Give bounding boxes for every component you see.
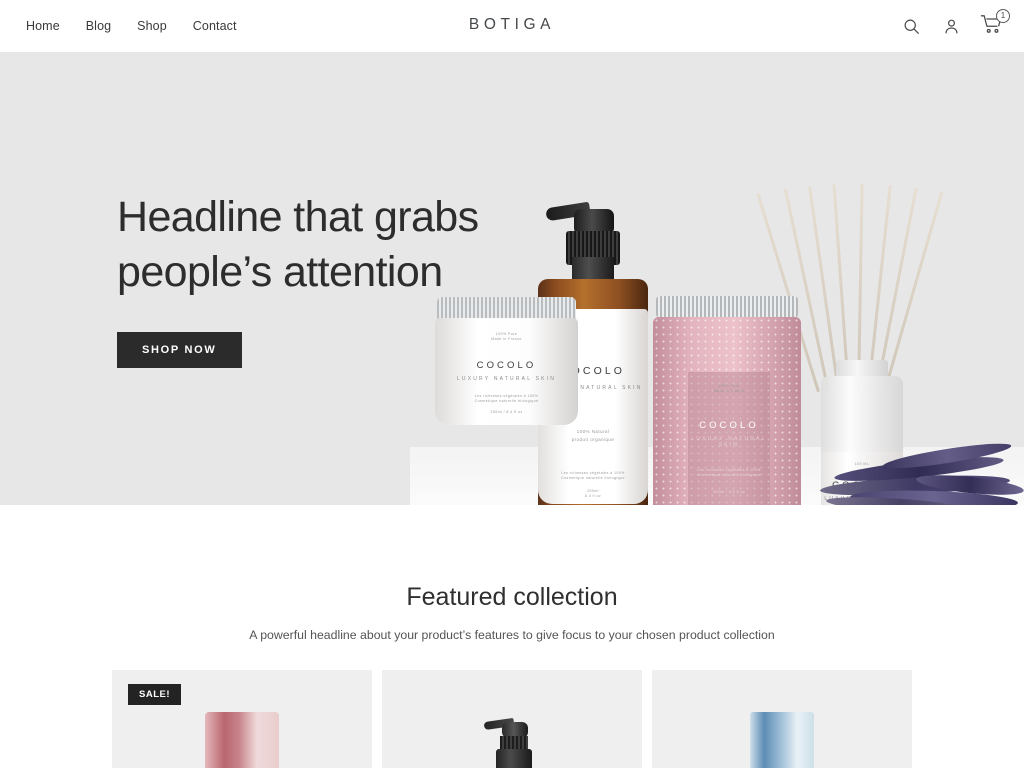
product-card-grid: SALE!: [112, 670, 912, 768]
product-card[interactable]: [382, 670, 642, 768]
diffuser-reeds: [756, 162, 944, 393]
pump-bottle-detail-1: 100% Natural: [576, 429, 610, 434]
product-card[interactable]: [652, 670, 912, 768]
featured-heading: Featured collection: [406, 583, 618, 611]
storefront-page: Home Blog Shop Contact BOTIGA 1 Headline…: [0, 0, 1024, 768]
pump-bottle-detail-2: produit organique: [571, 437, 615, 442]
sale-badge: SALE!: [128, 684, 181, 705]
hero-product-image: 100 ML COCOLO LUXURY NATURAL SKIN: [410, 52, 1024, 505]
user-account-icon[interactable]: [940, 15, 962, 37]
site-logo[interactable]: BOTIGA: [0, 16, 1024, 34]
search-icon[interactable]: [900, 15, 922, 37]
featured-subheading: A powerful headline about your product’s…: [249, 628, 775, 642]
header-actions: 1: [900, 0, 1010, 52]
black-pump-bottle-product-image: [482, 708, 542, 768]
pink-cylinder-product-image: [205, 712, 279, 768]
product-card[interactable]: SALE!: [112, 670, 372, 768]
lavender-sprigs: [819, 437, 1024, 505]
white-jar-brand: COCOLO: [476, 360, 537, 371]
white-jar-lid: [437, 297, 576, 319]
pink-jar-brand: COCOLO: [699, 420, 759, 431]
blue-cylinder-product-image: [750, 712, 814, 768]
shopping-cart-icon[interactable]: 1: [980, 9, 1010, 38]
pink-jar-label: 100% Pure Made in France COCOLO LUXURY NA…: [688, 372, 770, 505]
featured-collection-section: Featured collection A powerful headline …: [0, 505, 1024, 768]
white-jar-label: 100% Pure Made in France COCOLO LUXURY NA…: [435, 318, 578, 425]
white-jar-product: 100% Pure Made in France COCOLO LUXURY NA…: [435, 297, 578, 425]
site-header: Home Blog Shop Contact BOTIGA 1: [0, 0, 1024, 52]
cart-count-badge: 1: [996, 9, 1010, 23]
pink-jar-product: 100% Pure Made in France COCOLO LUXURY NA…: [653, 296, 801, 505]
shop-now-button[interactable]: SHOP NOW: [117, 332, 242, 369]
white-jar-subtitle: LUXURY NATURAL SKIN: [456, 376, 557, 382]
hero-banner: Headline that grabs people’s attention S…: [0, 52, 1024, 505]
pink-jar-subtitle: LUXURY NATURAL SKIN: [691, 436, 767, 448]
pink-jar-lid: [656, 296, 798, 318]
